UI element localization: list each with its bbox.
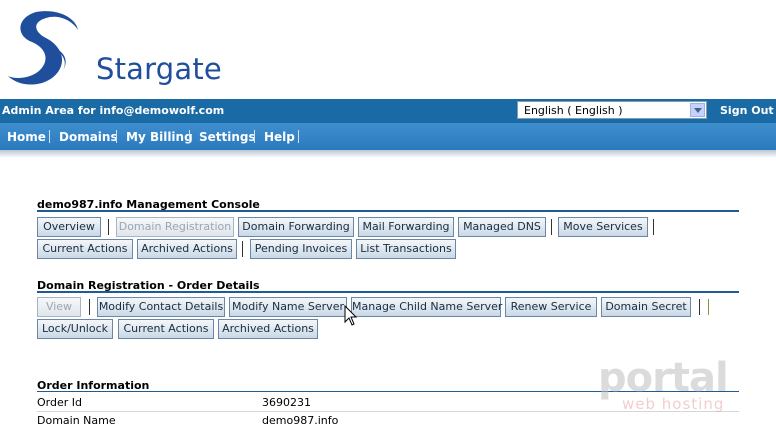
move-services-button[interactable]: Move Services bbox=[558, 217, 648, 237]
nav-help[interactable]: Help bbox=[264, 130, 295, 144]
button-separator bbox=[242, 241, 243, 257]
current-actions-button[interactable]: Current Actions bbox=[118, 319, 214, 339]
domain-name-label: Domain Name bbox=[37, 414, 116, 427]
button-separator bbox=[89, 299, 90, 315]
stargate-swoosh-icon bbox=[8, 11, 78, 85]
domain-name-value: demo987.info bbox=[262, 414, 339, 427]
mail-forwarding-button[interactable]: Mail Forwarding bbox=[358, 217, 454, 237]
managed-dns-button[interactable]: Managed DNS bbox=[458, 217, 546, 237]
pending-invoices-button[interactable]: Pending Invoices bbox=[250, 239, 352, 259]
domain-forwarding-button[interactable]: Domain Forwarding bbox=[238, 217, 354, 237]
nav-divider bbox=[116, 130, 117, 143]
chevron-down-icon[interactable] bbox=[690, 103, 705, 117]
domain-secret-button[interactable]: Domain Secret bbox=[601, 297, 691, 317]
overview-button[interactable]: Overview bbox=[37, 217, 101, 237]
mouse-cursor-icon bbox=[344, 305, 358, 326]
modify-name-server-button[interactable]: Modify Name Server bbox=[229, 297, 347, 317]
list-transactions-button[interactable]: List Transactions bbox=[356, 239, 456, 259]
modify-contact-details-button[interactable]: Modify Contact Details bbox=[97, 297, 225, 317]
nav-shadow bbox=[0, 150, 776, 158]
stargate-logo: Stargate bbox=[6, 8, 226, 90]
button-separator bbox=[108, 219, 109, 235]
nav-divider bbox=[49, 130, 50, 143]
domain-registration-button: Domain Registration bbox=[116, 217, 234, 237]
archived-actions-button[interactable]: Archived Actions bbox=[137, 239, 237, 259]
nav-divider bbox=[189, 130, 190, 143]
main-nav: Home Domains My Billing Settings Help bbox=[0, 123, 776, 150]
renew-service-button[interactable]: Renew Service bbox=[505, 297, 597, 317]
nav-my-billing[interactable]: My Billing bbox=[126, 130, 193, 144]
current-actions-button[interactable]: Current Actions bbox=[37, 239, 133, 259]
button-separator bbox=[551, 219, 552, 235]
nav-home[interactable]: Home bbox=[7, 130, 46, 144]
language-select[interactable]: English ( English ) bbox=[517, 101, 707, 119]
watermark-line2: web hosting bbox=[622, 395, 725, 413]
language-select-value: English ( English ) bbox=[524, 104, 623, 117]
order-id-value: 3690231 bbox=[262, 396, 311, 409]
portal-watermark: portal web hosting bbox=[598, 355, 748, 415]
admin-area-label: Admin Area for info@demowolf.com bbox=[2, 104, 225, 117]
order-id-label: Order Id bbox=[37, 396, 82, 409]
admin-bar: Admin Area for info@demowolf.com English… bbox=[0, 99, 776, 123]
button-separator bbox=[699, 299, 700, 315]
manage-child-name-server-button[interactable]: Manage Child Name Server bbox=[351, 297, 502, 317]
nav-divider bbox=[254, 130, 255, 143]
nav-divider bbox=[298, 130, 299, 143]
button-separator bbox=[653, 219, 654, 235]
lock-unlock-button[interactable]: Lock/Unlock bbox=[37, 319, 113, 339]
section-rule bbox=[37, 291, 739, 293]
nav-settings[interactable]: Settings bbox=[199, 130, 256, 144]
section-rule bbox=[37, 210, 739, 212]
archived-actions-button[interactable]: Archived Actions bbox=[218, 319, 318, 339]
button-separator bbox=[708, 299, 709, 315]
brand-name: Stargate bbox=[96, 52, 222, 86]
view-button: View bbox=[37, 297, 81, 317]
sign-out-link[interactable]: Sign Out bbox=[720, 104, 774, 117]
nav-domains[interactable]: Domains bbox=[59, 130, 118, 144]
